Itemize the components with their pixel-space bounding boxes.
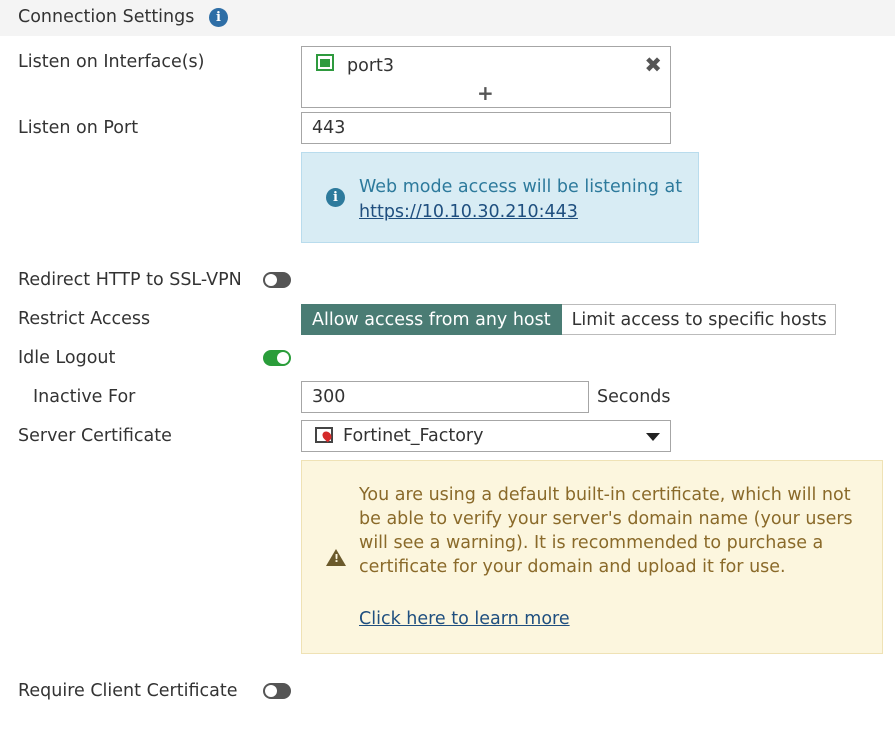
server-certificate-label: Server Certificate — [18, 426, 172, 446]
info-message: Web mode access will be listening at — [359, 177, 683, 197]
certificate-warning-text: You are using a default built-in certifi… — [359, 485, 853, 577]
seconds-unit-label: Seconds — [597, 387, 671, 407]
inactive-for-label: Inactive For — [33, 387, 136, 407]
warning-icon: ! — [326, 549, 346, 566]
limit-specific-hosts-option[interactable]: Limit access to specific hosts — [561, 304, 836, 335]
info-icon: i — [326, 188, 345, 207]
section-header: Connection Settings i — [0, 0, 895, 36]
idle-logout-toggle[interactable] — [263, 350, 291, 366]
require-client-cert-toggle[interactable] — [263, 683, 291, 699]
server-certificate-value: Fortinet_Factory — [343, 426, 484, 446]
section-title: Connection Settings — [18, 7, 195, 27]
add-interface-icon[interactable]: + — [477, 78, 494, 108]
allow-any-host-option[interactable]: Allow access from any host — [301, 304, 562, 335]
learn-more-link[interactable]: Click here to learn more — [359, 609, 570, 629]
server-certificate-select[interactable]: Fortinet_Factory — [301, 420, 671, 452]
interface-item-port3: port3 — [347, 56, 395, 76]
listen-url-link[interactable]: https://10.10.30.210:443 — [359, 202, 578, 222]
listen-port-label: Listen on Port — [18, 118, 139, 138]
restrict-access-segmented-control: Allow access from any host Limit access … — [301, 304, 836, 335]
listen-port-info-box: i Web mode access will be listening at h… — [301, 152, 699, 243]
interface-select-box[interactable]: port3 ✖ + — [301, 46, 671, 108]
listen-interfaces-label: Listen on Interface(s) — [18, 52, 205, 72]
remove-interface-icon[interactable]: ✖ — [644, 50, 662, 80]
require-client-cert-label: Require Client Certificate — [18, 681, 238, 701]
idle-logout-label: Idle Logout — [18, 348, 116, 368]
redirect-http-toggle[interactable] — [263, 272, 291, 288]
certificate-icon — [315, 427, 333, 443]
listen-port-input[interactable]: 443 — [301, 112, 671, 144]
redirect-http-label: Redirect HTTP to SSL-VPN — [18, 270, 242, 290]
network-port-icon — [316, 54, 334, 71]
inactive-for-input[interactable]: 300 — [301, 381, 589, 413]
info-icon[interactable]: i — [209, 8, 228, 27]
restrict-access-label: Restrict Access — [18, 309, 151, 329]
certificate-warning-box: ! You are using a default built-in certi… — [301, 460, 883, 654]
chevron-down-icon — [646, 433, 660, 441]
